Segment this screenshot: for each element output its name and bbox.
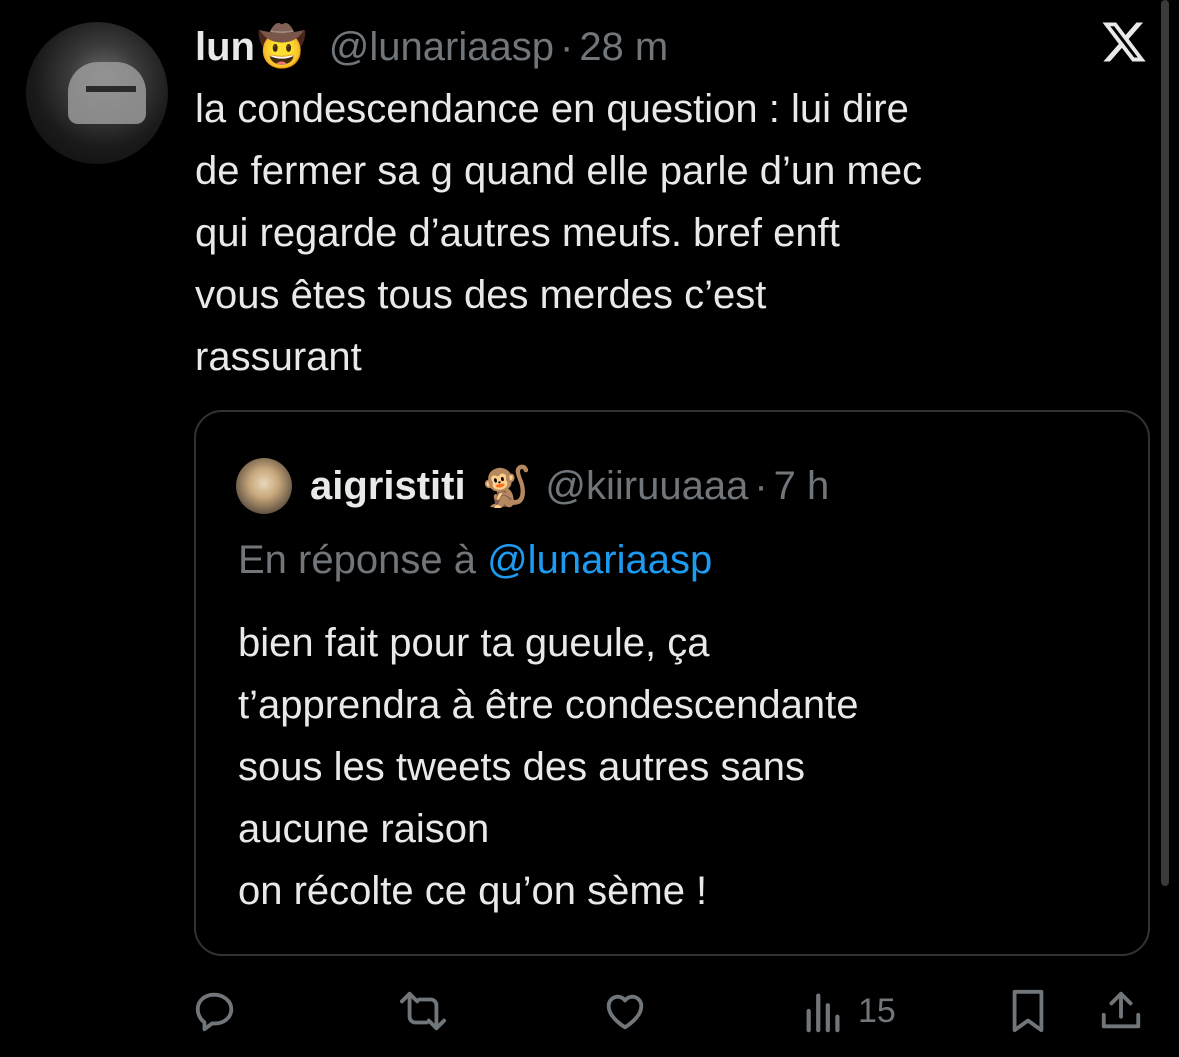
quoted-tweet-header: aigristiti 🐒 @kiiruuaaa · 7 h (310, 458, 829, 514)
views-icon (806, 993, 840, 1033)
author-name[interactable]: lun (195, 25, 255, 70)
views-count: 15 (858, 991, 896, 1030)
quoted-text-line: t’apprendra à être condescendante (238, 683, 859, 727)
tweet-text-line: la condescendance en question : lui dire (195, 87, 909, 131)
quoted-tweet-time[interactable]: 7 h (774, 464, 830, 509)
quoted-text-line: bien fait pour ta gueule, ça (238, 621, 710, 665)
monkey-emoji: 🐒 (481, 463, 532, 510)
like-icon (606, 994, 644, 1030)
tweet-text-line: de fermer sa g quand elle parle d’un mec (195, 149, 923, 193)
separator-dot: · (754, 463, 768, 508)
share-button[interactable] (1098, 988, 1144, 1034)
x-logo-icon (1102, 22, 1146, 62)
tweet-text-line: vous êtes tous des merdes c’est (195, 273, 767, 317)
reply-context: En réponse à @lunariaasp (238, 538, 712, 583)
quoted-text-line: aucune raison (238, 807, 490, 851)
reply-mention-link[interactable]: @lunariaasp (487, 538, 712, 582)
quoted-text-line: on récolte ce qu’on sème ! (238, 869, 708, 913)
reply-button[interactable] (192, 988, 238, 1034)
cowboy-emoji: 🤠 (256, 24, 307, 70)
author-avatar[interactable] (26, 22, 168, 164)
quoted-author-avatar[interactable] (236, 458, 292, 514)
avatar-shirt-print (86, 86, 136, 92)
scrollbar[interactable] (1161, 0, 1169, 886)
reply-icon (195, 992, 234, 1032)
views-button[interactable]: 15 (804, 988, 896, 1034)
tweet-header: lun 🤠 @lunariaasp · 28 m (195, 22, 668, 72)
author-handle[interactable]: @lunariaasp (329, 25, 554, 70)
tweet-action-bar: 15 (0, 980, 1179, 1040)
bookmark-icon (1012, 989, 1044, 1033)
bookmark-button[interactable] (1008, 988, 1048, 1034)
quoted-tweet[interactable]: aigristiti 🐒 @kiiruuaaa · 7 h En réponse… (194, 410, 1150, 956)
avatar-shirt (68, 62, 146, 124)
like-button[interactable] (602, 988, 648, 1034)
quoted-author-name[interactable]: aigristiti (310, 464, 466, 509)
tweet-text-line: qui regarde d’autres meufs. bref enft (195, 211, 840, 255)
retweet-button[interactable] (398, 988, 448, 1034)
quoted-tweet-text: bien fait pour ta gueule, ça t’apprendra… (238, 612, 858, 922)
tweet-time[interactable]: 28 m (579, 25, 668, 70)
tweet-text: la condescendance en question : lui dire… (195, 78, 1145, 388)
separator-dot: · (559, 24, 574, 69)
quoted-text-line: sous les tweets des autres sans (238, 745, 805, 789)
share-icon (1101, 991, 1141, 1029)
reply-prefix: En réponse à (238, 538, 476, 582)
quoted-author-handle[interactable]: @kiiruuaaa (545, 464, 748, 509)
retweet-icon (399, 991, 446, 1031)
tweet-text-line: rassurant (195, 335, 362, 379)
